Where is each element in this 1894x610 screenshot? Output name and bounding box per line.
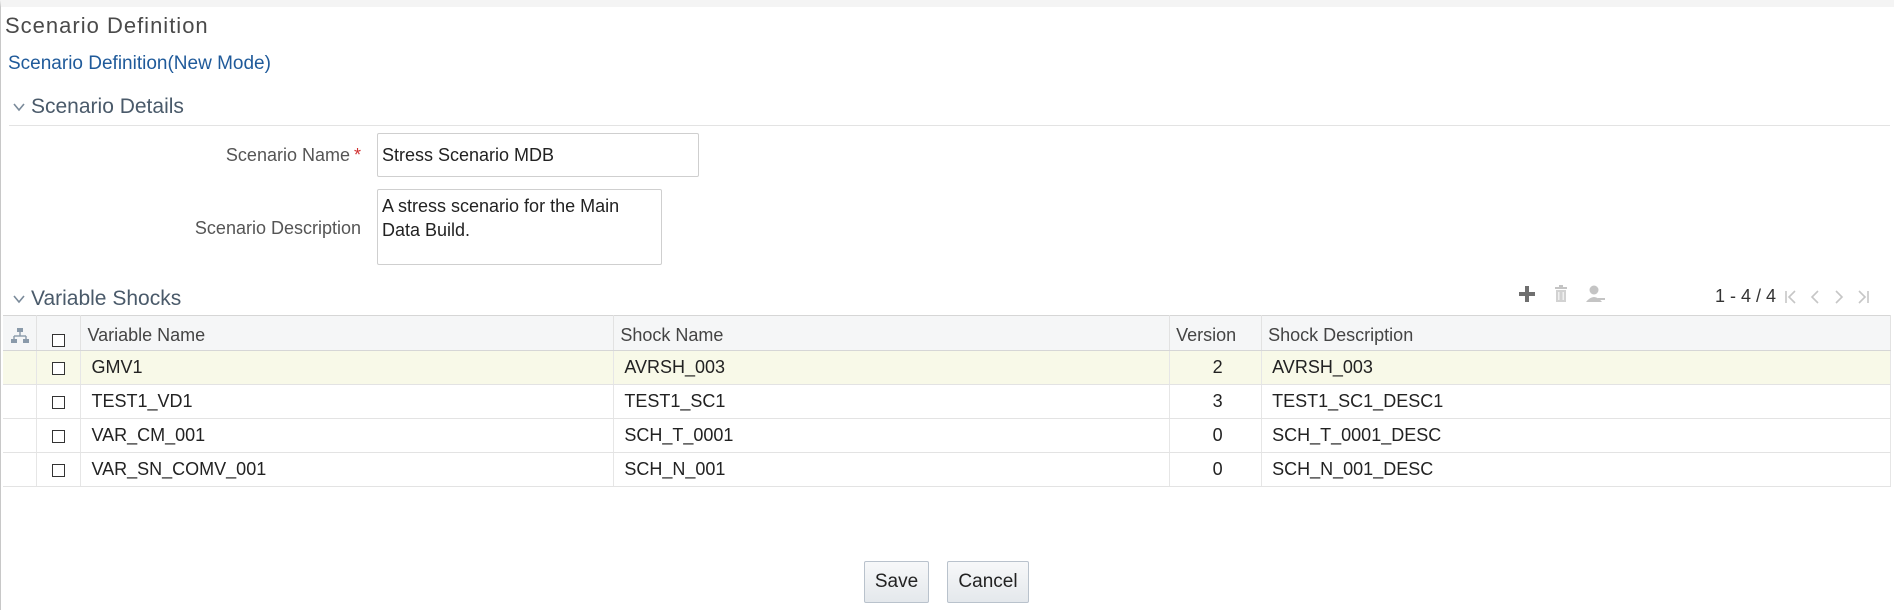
row-checkbox[interactable]: [52, 361, 66, 375]
select-all-checkbox[interactable]: [52, 333, 66, 347]
shock-description-cell: AVRSH_003: [1261, 350, 1891, 385]
cancel-button[interactable]: Cancel: [947, 561, 1029, 603]
table-row[interactable]: TEST1_VD1 TEST1_SC1 3 TEST1_SC1_DESC1: [3, 384, 1891, 419]
shock-name-cell: SCH_N_001: [613, 452, 1171, 487]
row-checkbox[interactable]: [52, 395, 66, 409]
row-checkbox[interactable]: [52, 463, 66, 477]
section-divider: [9, 125, 1890, 126]
save-button[interactable]: Save: [864, 561, 929, 603]
scenario-details-header[interactable]: Scenario Details: [11, 95, 184, 119]
shock-name-cell: AVRSH_003: [613, 350, 1171, 385]
previous-page-icon[interactable]: [1806, 287, 1824, 307]
column-header-shock-name[interactable]: Shock Name: [613, 315, 1171, 351]
table-row[interactable]: GMV1 AVRSH_003 2 AVRSH_003: [3, 350, 1891, 385]
version-cell: 2: [1169, 350, 1263, 385]
variable-name-cell: VAR_SN_COMV_001: [80, 452, 615, 487]
hierarchy-icon[interactable]: [10, 327, 30, 345]
shock-description-cell: SCH_T_0001_DESC: [1261, 418, 1891, 453]
column-header-shock-description[interactable]: Shock Description: [1261, 315, 1891, 351]
variable-shocks-table: Variable Name Shock Name Version Shock D…: [3, 315, 1891, 487]
shocks-toolbar: [1516, 283, 1606, 305]
delete-icon[interactable]: [1550, 283, 1572, 305]
table-header-row: Variable Name Shock Name Version Shock D…: [3, 315, 1891, 351]
row-checkbox[interactable]: [52, 429, 66, 443]
first-page-icon[interactable]: [1782, 287, 1800, 307]
column-header-version[interactable]: Version: [1169, 315, 1263, 351]
table-row[interactable]: VAR_CM_001 SCH_T_0001 0 SCH_T_0001_DESC: [3, 418, 1891, 453]
variable-shocks-header[interactable]: Variable Shocks: [11, 287, 181, 311]
scenario-definition-page: Scenario Definition Scenario Definition(…: [0, 0, 1894, 610]
mode-breadcrumb-link[interactable]: Scenario Definition(New Mode): [8, 53, 271, 75]
shock-name-cell: SCH_T_0001: [613, 418, 1171, 453]
chevron-down-icon: [13, 103, 25, 112]
table-row[interactable]: VAR_SN_COMV_001 SCH_N_001 0 SCH_N_001_DE…: [3, 452, 1891, 487]
column-header-variable-name[interactable]: Variable Name: [80, 315, 615, 351]
pager-range: 1 - 4 / 4: [1715, 286, 1777, 306]
scenario-name-label: Scenario Name *: [225, 145, 361, 165]
shock-description-cell: TEST1_SC1_DESC1: [1261, 384, 1891, 419]
add-icon[interactable]: [1516, 283, 1538, 305]
page-title: Scenario Definition: [5, 13, 209, 38]
version-cell: 3: [1169, 384, 1263, 419]
version-cell: 0: [1169, 418, 1263, 453]
select-all-header[interactable]: [36, 315, 82, 351]
scenario-description-input[interactable]: A stress scenario for the Main Data Buil…: [377, 189, 662, 265]
user-icon[interactable]: [1584, 283, 1606, 305]
scenario-details-title: Scenario Details: [31, 95, 184, 118]
pagination: 1 - 4 / 4: [1715, 286, 1872, 307]
version-cell: 0: [1169, 452, 1263, 487]
variable-name-cell: VAR_CM_001: [80, 418, 615, 453]
hierarchy-column-header[interactable]: [3, 315, 38, 351]
next-page-icon[interactable]: [1830, 287, 1848, 307]
shock-description-cell: SCH_N_001_DESC: [1261, 452, 1891, 487]
variable-name-cell: TEST1_VD1: [80, 384, 615, 419]
variable-name-cell: GMV1: [80, 350, 615, 385]
shock-name-cell: TEST1_SC1: [613, 384, 1171, 419]
scenario-name-input[interactable]: [377, 133, 699, 177]
last-page-icon[interactable]: [1854, 287, 1872, 307]
chevron-down-icon: [13, 295, 25, 304]
required-marker: *: [353, 145, 361, 165]
scenario-description-label: Scenario Description: [194, 218, 361, 238]
variable-shocks-title: Variable Shocks: [31, 287, 182, 310]
